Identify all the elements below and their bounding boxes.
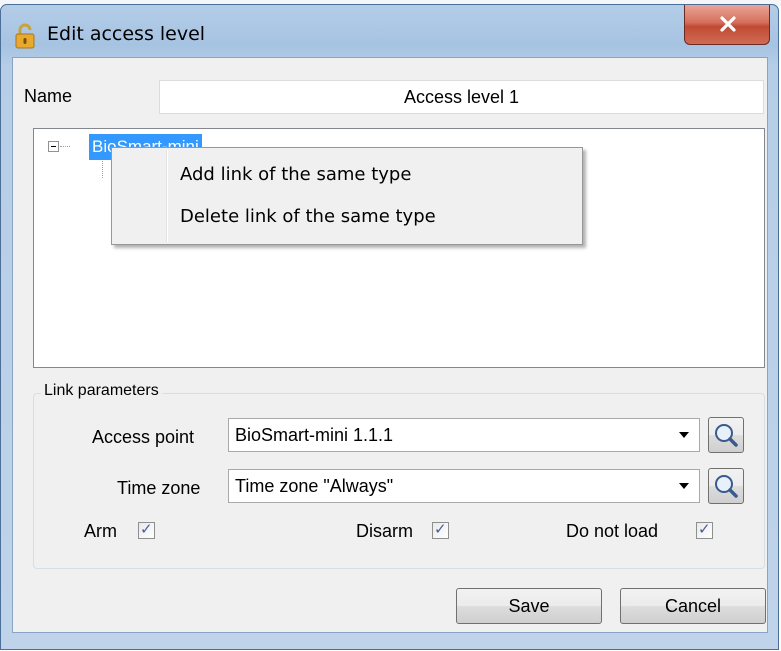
access-point-value: BioSmart-mini 1.1.1 (235, 425, 394, 445)
name-label: Name (24, 86, 73, 106)
close-button[interactable] (684, 5, 770, 45)
menu-icon-gutter (166, 150, 168, 242)
time-zone-label: Time zone (117, 478, 201, 498)
do-not-load-checkbox[interactable]: ✓ (696, 520, 713, 539)
title-bar[interactable]: Edit access level (1, 5, 778, 63)
time-zone-value: Time zone "Always" (235, 476, 394, 496)
tree-connector (60, 146, 70, 147)
arm-label: Arm (84, 521, 117, 541)
time-zone-search-button[interactable] (708, 468, 744, 504)
search-icon (715, 424, 738, 447)
do-not-load-label: Do not load (566, 521, 659, 541)
menu-item-delete-link[interactable]: Delete link of the same type (180, 206, 436, 227)
dropdown-arrow-icon (679, 432, 689, 438)
disarm-checkbox[interactable]: ✓ (432, 520, 449, 539)
cancel-button[interactable]: Cancel (620, 588, 766, 624)
checkmark-icon: ✓ (140, 520, 153, 538)
checkmark-icon: ✓ (698, 520, 711, 538)
save-button[interactable]: Save (456, 588, 602, 624)
access-point-search-button[interactable] (708, 417, 744, 453)
menu-item-add-link[interactable]: Add link of the same type (180, 164, 411, 185)
dropdown-arrow-icon (679, 483, 689, 489)
access-point-label: Access point (92, 427, 195, 447)
lock-icon (15, 23, 35, 49)
tree-collapse-icon[interactable] (48, 141, 59, 152)
checkmark-icon: ✓ (434, 520, 447, 538)
arm-checkbox[interactable]: ✓ (138, 520, 155, 539)
search-icon (715, 475, 738, 498)
tree-connector-vertical (102, 158, 103, 178)
context-menu: Add link of the same type Delete link of… (111, 147, 583, 245)
disarm-label: Disarm (356, 521, 413, 541)
close-icon (720, 16, 736, 32)
access-point-select[interactable]: BioSmart-mini 1.1.1 (228, 418, 700, 452)
name-input[interactable] (159, 80, 764, 114)
link-parameters-legend: Link parameters (41, 382, 162, 400)
time-zone-select[interactable]: Time zone "Always" (228, 469, 700, 503)
window-title: Edit access level (47, 23, 206, 45)
